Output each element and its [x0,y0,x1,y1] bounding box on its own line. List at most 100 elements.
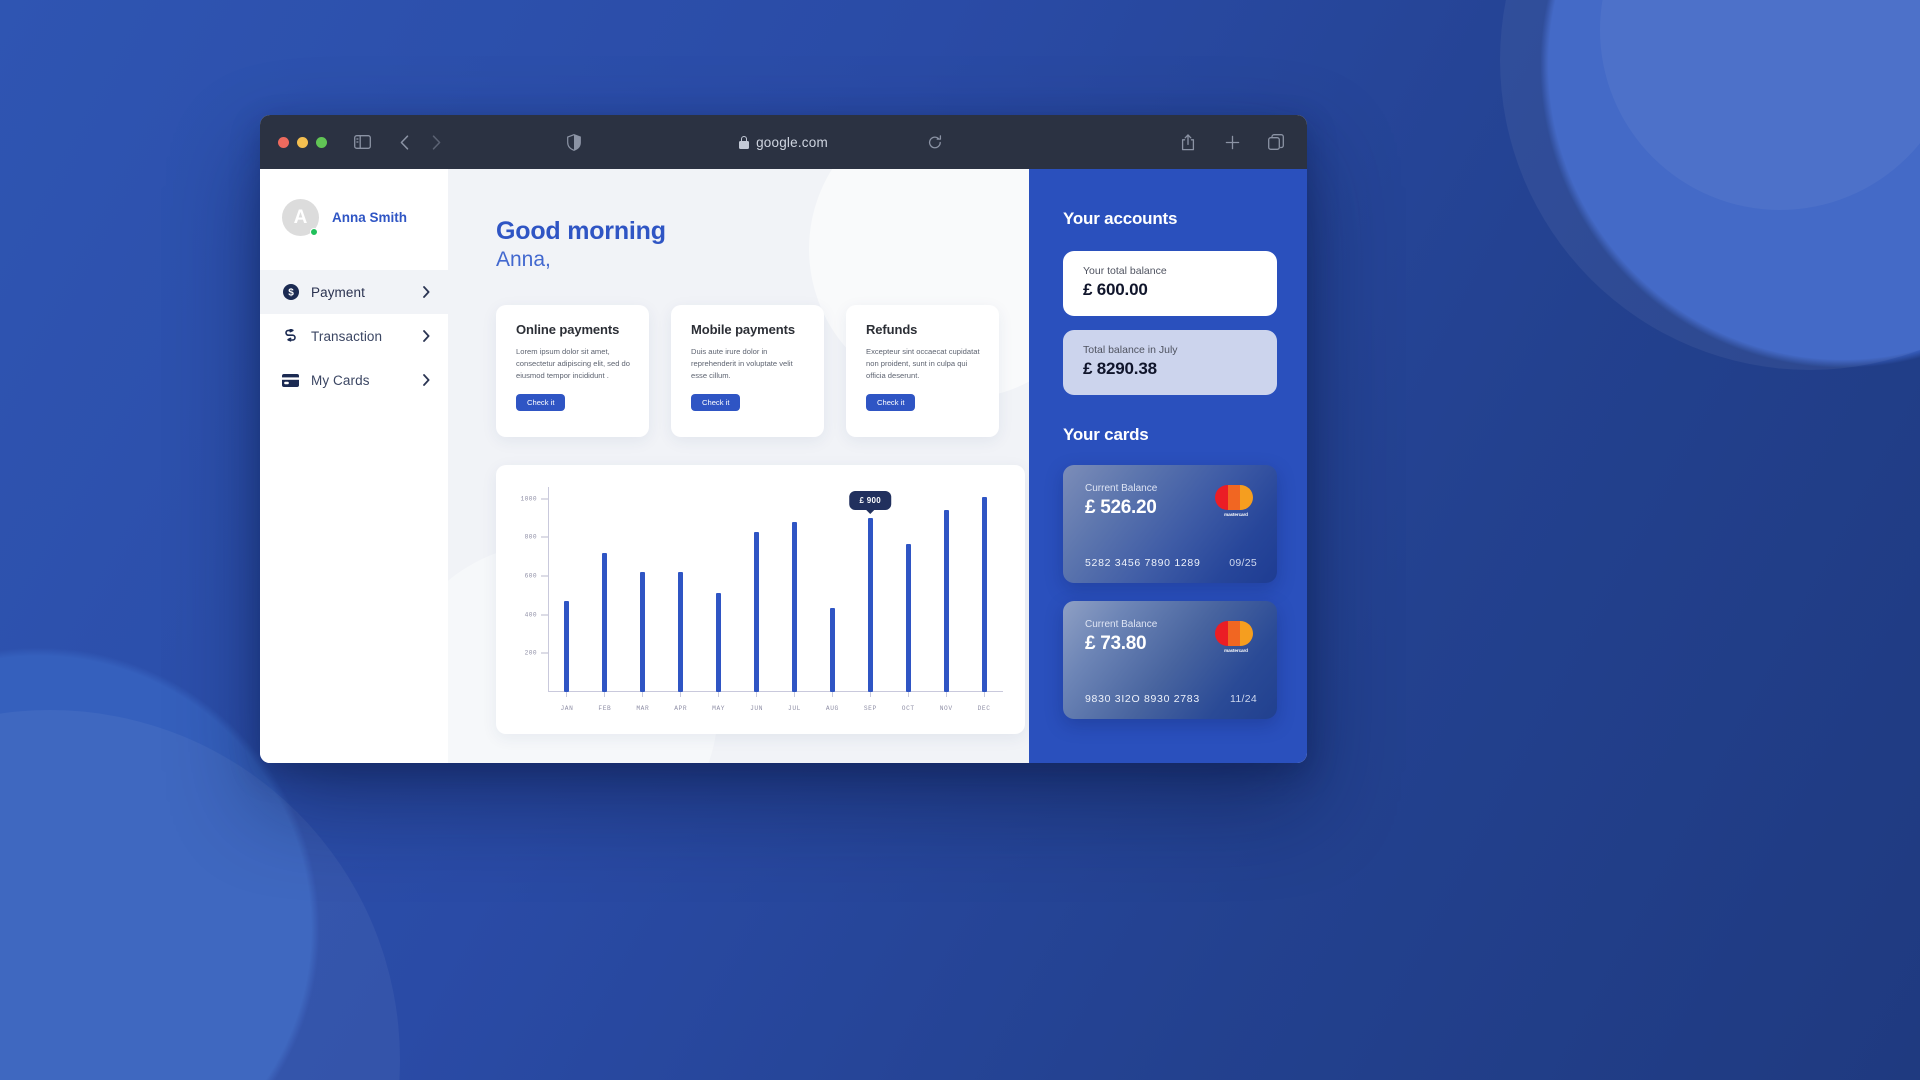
sidebar-item-my-cards[interactable]: My Cards [260,358,448,402]
chart-y-tick: 400 [525,611,548,618]
exchange-arrows-icon [282,328,299,345]
chart-bar[interactable] [867,517,873,692]
tabs-overview-icon[interactable] [1263,129,1289,155]
chart-bar-column[interactable]: JUL [776,487,814,712]
mastercard-logo-icon: mastercard [1215,485,1257,517]
lock-icon [739,135,750,149]
check-it-button[interactable]: Check it [691,394,741,412]
chart-x-tick-label: JUL [788,705,801,712]
chart-bar[interactable] [943,510,949,692]
chart-bar[interactable] [564,601,570,692]
user-profile[interactable]: A Anna Smith [260,199,448,236]
feature-card-description: Duis aute irure dolor in reprehenderit i… [691,347,793,380]
window-controls [278,136,327,148]
chart-bar-column[interactable]: AUG [813,487,851,712]
balance-value: £ 8290.38 [1083,359,1157,378]
credit-card-expiry: 09/25 [1229,557,1257,569]
chart-bar-column[interactable]: APR [662,487,700,712]
credit-card-2[interactable]: Current Balance £ 73.80 mastercard 9830 … [1063,601,1277,719]
chart-x-tick [907,692,909,697]
chart-x-tick-label: JAN [560,705,574,712]
app-body: A Anna Smith $ Payment Transaction My Ca… [260,169,1307,763]
sidebar-item-transaction[interactable]: Transaction [260,314,448,358]
july-balance-card[interactable]: Total balance in July £ 8290.38 [1063,330,1277,395]
reload-icon[interactable] [922,129,948,155]
credit-card-icon [282,372,299,389]
chart-x-tick [945,692,947,697]
chart-bars: JAN FEB MAR APR MAY JUN JUL AUG SEP OCT NOV DEC [548,487,1003,712]
chart-plot-area: 200 400 600 800 1000 JAN FEB MAR APR MAY JUN JUL AU… [521,487,1003,712]
decorative-blob [1500,0,1920,370]
toolbar-right-actions [1175,129,1289,155]
balance-label: Total balance in July [1083,344,1178,356]
profile-name: Anna Smith [332,210,408,225]
check-it-button[interactable]: Check it [866,394,916,412]
share-icon[interactable] [1175,129,1201,155]
chart-x-tick-label: AUG [825,705,839,712]
chart-bar[interactable] [981,496,987,692]
chart-x-tick [793,692,795,697]
feature-card-online-payments: Online payments Lorem ipsum dolor sit am… [496,305,649,437]
accounts-title: Your accounts [1063,209,1178,228]
chart-bar-column[interactable]: JAN [548,487,586,712]
chart-bar[interactable] [791,521,797,692]
back-arrow-icon[interactable] [391,129,417,155]
chart-tooltip: £ 900 [849,490,892,510]
chart-bar-column[interactable]: DEC [965,487,1003,712]
chart-bar-column[interactable]: MAY [700,487,738,712]
chart-bar[interactable] [754,532,760,692]
sidebar-item-label: Transaction [311,328,383,344]
chart-bar-column[interactable]: NOV [927,487,965,712]
chart-bar[interactable] [678,572,684,692]
chart-bar-column[interactable]: MAR [624,487,662,712]
chart-x-tick-label: SEP [863,705,877,712]
chart-bar-column[interactable]: JUN [738,487,776,712]
forward-arrow-icon[interactable] [423,129,449,155]
check-it-button[interactable]: Check it [516,394,566,412]
accounts-panel: Your accounts Your total balance £ 600.0… [1029,169,1307,763]
chart-y-tick-labels: 200 400 600 800 1000 [504,487,548,692]
feature-card-refunds: Refunds Excepteur sint occaecat cupidata… [846,305,999,437]
credit-card-number: 5282 3456 7890 1289 [1085,557,1201,569]
sidebar-item-payment[interactable]: $ Payment [260,270,448,314]
chart-x-tick [718,692,720,697]
chart-x-tick-label: MAY [712,705,726,712]
chart-bar[interactable] [602,552,608,692]
page-title: Good morning [496,217,666,245]
feature-card-title: Online payments [516,322,620,337]
decorative-blob [0,710,400,1080]
total-balance-card[interactable]: Your total balance £ 600.00 [1063,251,1277,316]
balance-value: £ 600.00 [1083,280,1148,299]
chart-x-tick-label: MAR [636,705,650,712]
chart-x-tick [983,692,985,697]
chart-bar[interactable] [905,544,911,692]
shield-privacy-icon[interactable] [561,129,587,155]
chart-x-tick [756,692,758,697]
credit-card-1[interactable]: Current Balance £ 526.20 mastercard 5282… [1063,465,1277,583]
sidebar-toggle-icon[interactable] [349,129,375,155]
maximize-window-button[interactable] [316,136,327,148]
minimize-window-button[interactable] [297,136,308,148]
chart-bar[interactable] [640,572,646,692]
monthly-bar-chart: 200 400 600 800 1000 JAN FEB MAR APR MAY JUN JUL AU… [496,465,1025,734]
chart-x-tick [831,692,833,697]
chart-bar[interactable] [829,607,835,692]
chart-x-tick [642,692,644,697]
plus-icon[interactable] [1219,129,1245,155]
chart-bar[interactable] [716,593,722,692]
sidebar-item-label: Payment [311,284,365,300]
chart-bar-column[interactable]: FEB [586,487,624,712]
chart-x-tick-label: OCT [901,705,915,712]
main-content: Good morning Anna, Online payments Lorem… [448,169,1029,763]
chart-x-tick-label: DEC [977,705,991,712]
close-window-button[interactable] [278,136,289,148]
feature-card-description: Lorem ipsum dolor sit amet, consectetur … [516,347,630,380]
online-status-indicator [310,228,318,236]
browser-toolbar: google.com [260,115,1307,169]
chart-bar-column[interactable]: OCT [889,487,927,712]
chart-x-tick [680,692,682,697]
url-text: google.com [756,134,828,150]
chart-x-tick-label: APR [674,705,688,712]
svg-text:$: $ [288,288,294,299]
feature-cards-row: Online payments Lorem ipsum dolor sit am… [496,305,1029,437]
